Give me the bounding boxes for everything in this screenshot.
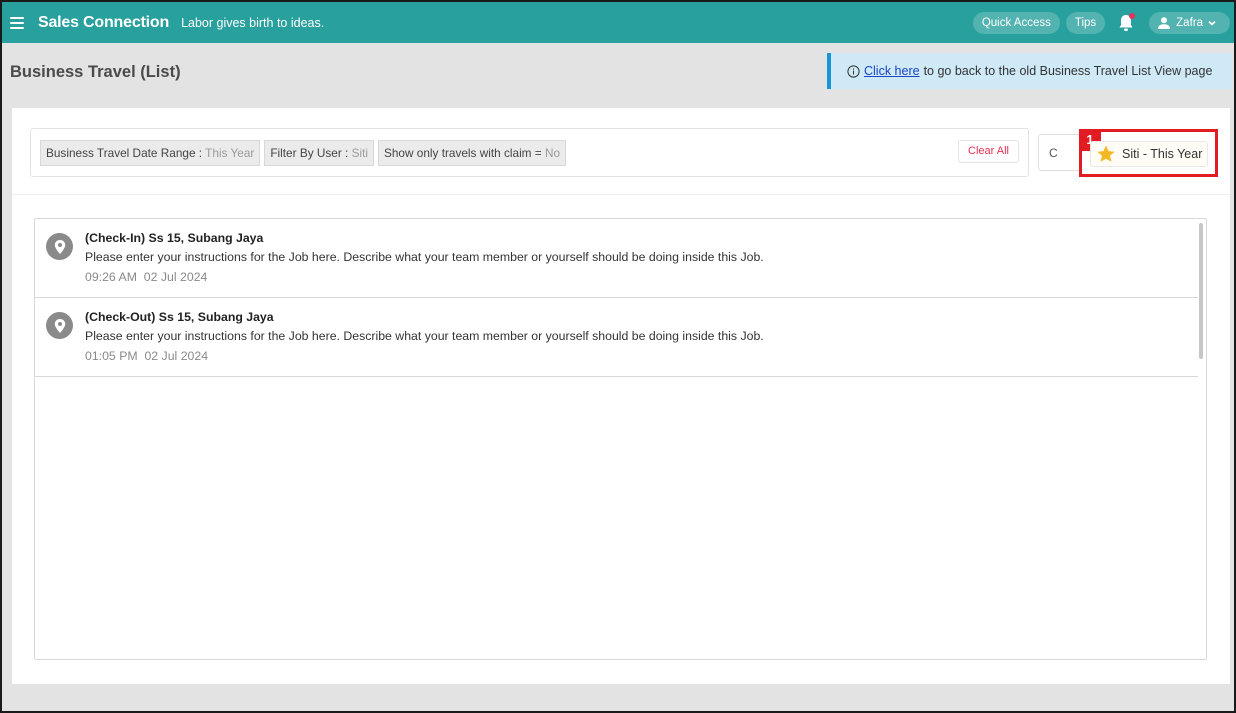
old-view-notice: Click here to go back to the old Busines… [827,53,1232,89]
top-navbar: Sales Connection Labor gives birth to id… [2,2,1234,43]
filter-chip-date-range[interactable]: Business Travel Date Range : This Year [40,139,261,166]
filter-label: Show only travels with claim = [384,145,542,160]
saved-filter-label: Siti - This Year [1122,147,1203,161]
highlight-box: 1 Siti - This Year [1079,129,1218,177]
filter-chip-claim[interactable]: Show only travels with claim = No [378,139,567,166]
list-scrollbar[interactable] [1199,223,1203,359]
partially-hidden-button[interactable]: C [1038,134,1084,171]
entry-description: Please enter your instructions for the J… [85,250,764,264]
entry-timestamp: 09:26 AM 02 Jul 2024 [85,270,208,284]
list-item[interactable]: (Check-Out) Ss 15, Subang Jaya Please en… [35,298,1198,377]
entry-timestamp: 01:05 PM 02 Jul 2024 [85,349,209,363]
filter-value: This Year [205,145,255,160]
chevron-down-icon [1208,20,1216,26]
notification-bell-icon[interactable] [1115,12,1137,34]
user-menu[interactable]: Zafra [1149,11,1230,34]
user-icon [1158,16,1171,29]
travel-list: (Check-In) Ss 15, Subang Jaya Please ent… [34,218,1207,660]
location-pin-icon [46,312,73,339]
filter-chip-user[interactable]: Filter By User : Siti [264,139,374,166]
entry-title: (Check-Out) Ss 15, Subang Jaya [85,310,274,324]
hidden-button-label: C [1049,146,1058,160]
notification-dot [1129,12,1136,19]
star-icon [1097,145,1115,162]
location-pin-icon [46,233,73,260]
click-here-link[interactable]: Click here [864,64,920,78]
list-item[interactable]: (Check-In) Ss 15, Subang Jaya Please ent… [35,219,1198,298]
user-name: Zafra [1176,16,1203,29]
filter-label: Business Travel Date Range : [46,145,203,160]
menu-icon[interactable] [10,14,24,32]
main-panel: Business Travel Date Range : This Year F… [12,108,1230,684]
brand-title[interactable]: Sales Connection [38,14,169,32]
tagline: Labor gives birth to ideas. [181,15,325,30]
quick-access-button[interactable]: Quick Access [972,11,1060,34]
info-icon [847,64,860,78]
filter-value: No [544,145,561,160]
notice-text: to go back to the old Business Travel Li… [923,64,1213,78]
clear-all-button[interactable]: Clear All [958,140,1019,163]
filter-bar: Business Travel Date Range : This Year F… [30,128,1029,177]
filter-label: Filter By User : [270,145,349,160]
page-title: Business Travel (List) [10,63,181,81]
entry-title: (Check-In) Ss 15, Subang Jaya [85,231,264,245]
tips-button[interactable]: Tips [1065,11,1106,34]
divider [12,194,1230,195]
entry-description: Please enter your instructions for the J… [85,329,764,343]
filter-value: Siti [351,145,368,160]
page-header: Business Travel (List) Click here to go … [2,43,1234,105]
app-frame: Sales Connection Labor gives birth to id… [0,0,1236,713]
saved-filter-button[interactable]: Siti - This Year [1090,141,1208,167]
